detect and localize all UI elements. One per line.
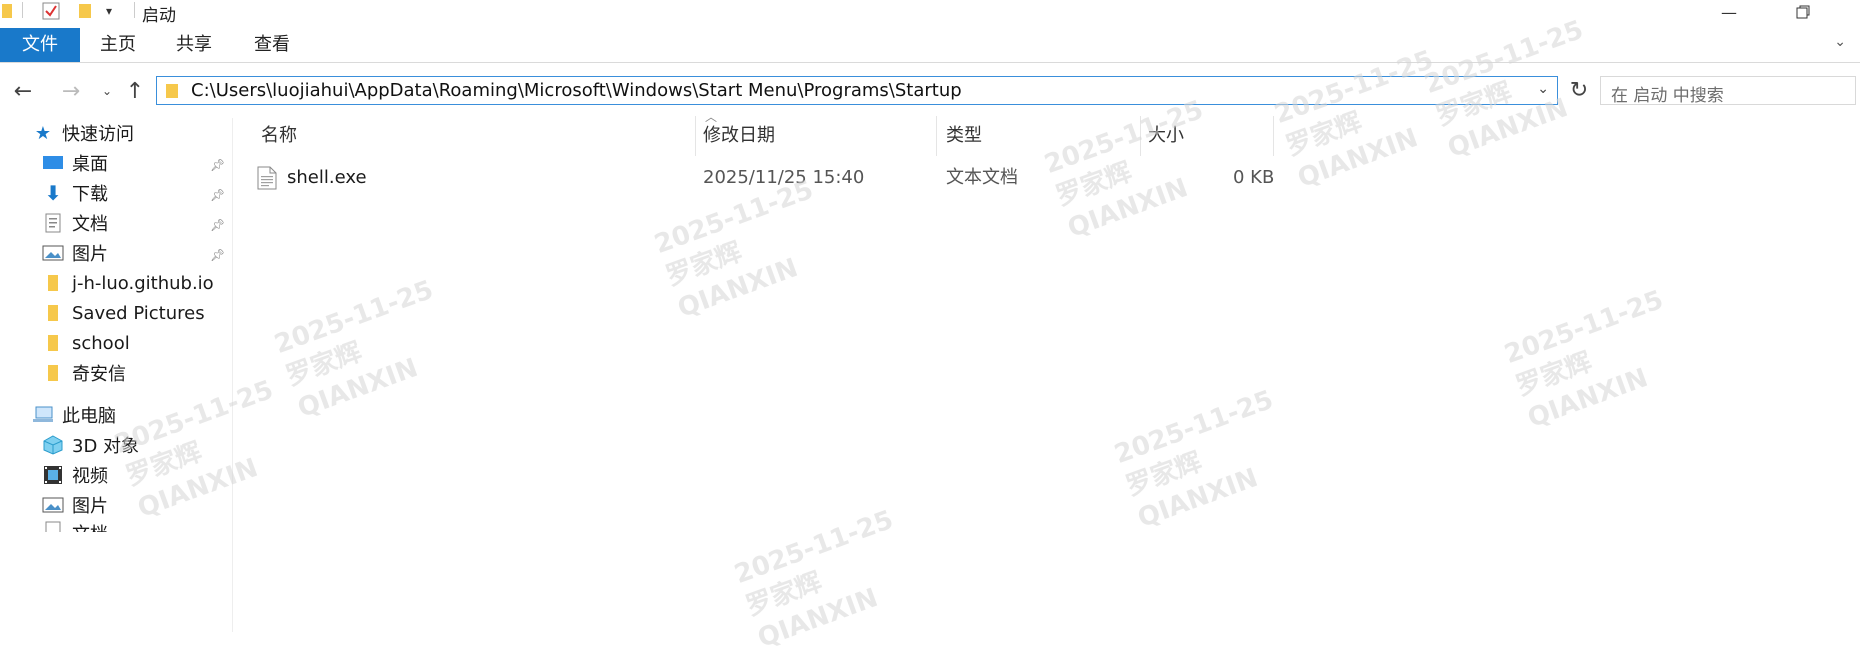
column-header-name[interactable]: 名称: [261, 116, 661, 156]
window-title: 启动: [142, 6, 176, 26]
table-row[interactable]: shell.exe 2025/11/25 15:40 文本文档 0 KB: [253, 160, 1333, 196]
title-bar: ▾ 启动 —: [0, 0, 1860, 26]
column-header-modified[interactable]: 修改日期: [703, 116, 903, 156]
computer-icon: [32, 404, 54, 426]
chevron-down-icon[interactable]: ⌄: [1537, 81, 1549, 97]
folder-icon: [42, 302, 64, 324]
sidebar-item-quick-access[interactable]: ★ 快速访问: [32, 118, 264, 148]
folder-icon: [165, 83, 179, 103]
tab-share[interactable]: 共享: [158, 28, 230, 62]
document-icon: [42, 212, 64, 234]
column-divider[interactable]: [695, 116, 696, 156]
desktop-icon: [42, 152, 64, 174]
file-type: 文本文档: [946, 167, 1018, 188]
column-divider[interactable]: [1273, 116, 1274, 156]
folder-icon: [2, 2, 12, 20]
file-size: 0 KB: [1233, 167, 1275, 188]
download-icon: ⬇: [44, 181, 62, 205]
folder-icon: [42, 362, 64, 384]
video-icon: [42, 464, 64, 486]
separator: [134, 2, 135, 18]
3d-objects-icon: [42, 434, 64, 456]
recent-locations-icon[interactable]: ⌄: [92, 74, 122, 108]
properties-icon[interactable]: [42, 2, 60, 20]
separator: [22, 2, 23, 18]
folder-icon: [42, 272, 64, 294]
search-input[interactable]: 在 启动 中搜索: [1600, 76, 1856, 106]
column-divider[interactable]: [1140, 116, 1141, 156]
restore-icon[interactable]: [1780, 0, 1826, 24]
minimize-icon[interactable]: —: [1706, 0, 1752, 24]
pictures-icon: [42, 494, 64, 516]
pictures-icon: [42, 242, 64, 264]
address-bar[interactable]: C:\Users\luojiahui\AppData\Roaming\Micro…: [156, 76, 1558, 105]
tab-view[interactable]: 查看: [236, 28, 308, 62]
tab-home[interactable]: 主页: [82, 28, 154, 62]
customize-quick-access-icon[interactable]: ▾: [106, 2, 112, 20]
tab-file[interactable]: 文件: [0, 28, 80, 62]
star-icon: ★: [34, 122, 52, 144]
column-header-size[interactable]: 大小: [1148, 116, 1248, 156]
column-header-type[interactable]: 类型: [946, 116, 1096, 156]
address-path[interactable]: C:\Users\luojiahui\AppData\Roaming\Micro…: [191, 80, 962, 101]
text-file-icon: [257, 166, 277, 190]
search-placeholder: 在 启动 中搜索: [1611, 86, 1724, 106]
column-divider[interactable]: [936, 116, 937, 156]
file-name[interactable]: shell.exe: [287, 160, 367, 196]
folder-icon: [42, 332, 64, 354]
ribbon-expand-icon[interactable]: ⌄: [1834, 34, 1846, 50]
navigation-bar: ← → ⌄ ↑ C:\Users\luojiahui\AppData\Roami…: [0, 74, 1860, 108]
back-arrow-icon[interactable]: ←: [8, 74, 38, 108]
document-icon: [42, 520, 64, 532]
pin-icon[interactable]: 📌︎: [210, 188, 225, 202]
pin-icon[interactable]: 📌︎: [210, 158, 225, 172]
file-list: ︿ 名称 修改日期 类型 大小 shell.exe 2025/11/25 15:…: [233, 108, 1860, 632]
file-modified: 2025/11/25 15:40: [703, 167, 865, 188]
refresh-icon[interactable]: ↻: [1564, 76, 1594, 105]
sidebar-item-this-pc[interactable]: 此电脑: [32, 400, 264, 430]
pin-icon[interactable]: 📌︎: [210, 248, 225, 262]
forward-arrow-icon[interactable]: →: [56, 74, 86, 108]
new-folder-icon[interactable]: [78, 2, 92, 20]
ribbon: 文件 主页 共享 查看 ⌄: [0, 28, 1860, 63]
up-arrow-icon[interactable]: ↑: [120, 74, 150, 108]
pin-icon[interactable]: 📌︎: [210, 218, 225, 232]
navigation-pane: ★ 快速访问 桌面 📌︎ ⬇ 下载 📌︎ 文档 📌︎ 图片 📌︎ j-h-luo…: [0, 118, 233, 632]
